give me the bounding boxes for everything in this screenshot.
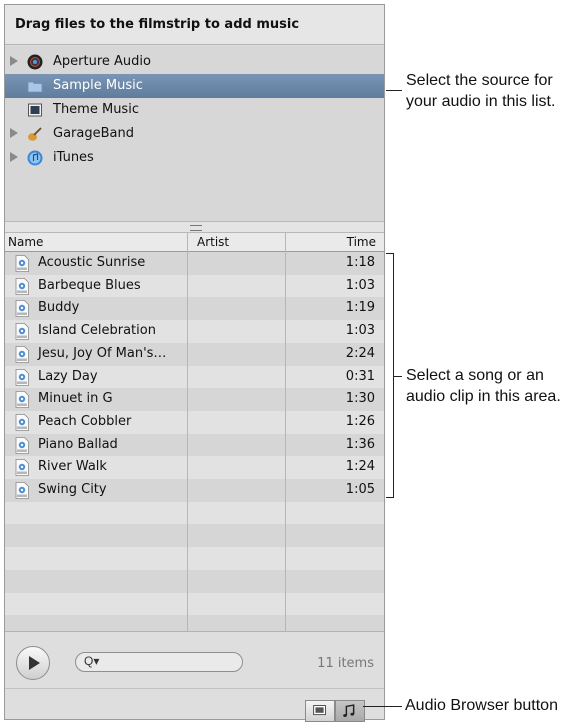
song-name: Island Celebration bbox=[38, 323, 156, 339]
audio-file-icon bbox=[15, 255, 29, 272]
panel-header: Drag files to the filmstrip to add music bbox=[5, 5, 384, 45]
audio-file-icon bbox=[15, 436, 29, 454]
callout-browser: Audio Browser button bbox=[405, 697, 558, 714]
browser-footer: Q▾ 11 items bbox=[5, 631, 384, 722]
audio-file-icon bbox=[15, 391, 29, 409]
aperture-icon bbox=[27, 54, 43, 70]
table-row[interactable]: Swing City 1:05 bbox=[5, 479, 384, 502]
empty-row bbox=[5, 524, 384, 548]
source-item-aperture-audio[interactable]: Aperture Audio bbox=[5, 50, 384, 74]
search-icon[interactable]: Q▾ bbox=[84, 654, 99, 668]
song-time: 1:36 bbox=[345, 436, 375, 452]
song-time: 1:03 bbox=[345, 277, 375, 293]
song-time: 1:18 bbox=[345, 255, 375, 270]
column-header-artist[interactable]: Artist bbox=[197, 235, 229, 249]
folder-icon bbox=[27, 81, 43, 93]
table-row[interactable]: Jesu, Joy Of Man's… 2:24 bbox=[5, 342, 384, 366]
play-icon bbox=[29, 656, 40, 670]
source-item-label: Aperture Audio bbox=[53, 54, 151, 69]
guitar-icon bbox=[28, 127, 42, 141]
table-row[interactable]: River Walk 1:24 bbox=[5, 456, 384, 480]
song-name: Jesu, Joy Of Man's… bbox=[38, 345, 167, 361]
audio-file-icon bbox=[15, 277, 29, 295]
song-name: Peach Cobbler bbox=[38, 413, 132, 429]
audio-file-icon bbox=[15, 482, 29, 499]
song-time: 0:31 bbox=[345, 368, 375, 384]
empty-row bbox=[5, 547, 384, 571]
callout-source: Select the source for your audio in this… bbox=[406, 72, 556, 110]
audio-browser-button[interactable] bbox=[335, 700, 365, 722]
song-name: River Walk bbox=[38, 459, 107, 475]
source-item-label: GarageBand bbox=[53, 126, 134, 141]
play-button[interactable] bbox=[16, 646, 50, 680]
audio-file-icon bbox=[15, 300, 29, 318]
song-time: 1:26 bbox=[345, 413, 375, 429]
table-row[interactable]: Piano Ballad 1:36 bbox=[5, 433, 384, 457]
song-time: 1:05 bbox=[345, 482, 375, 497]
callout-line bbox=[386, 90, 402, 91]
table-row[interactable]: Barbeque Blues 1:03 bbox=[5, 274, 384, 298]
callout-line bbox=[363, 706, 402, 707]
empty-row bbox=[5, 569, 384, 593]
audio-file-icon bbox=[15, 459, 29, 477]
disclosure-triangle-icon[interactable] bbox=[10, 152, 18, 162]
song-time: 2:24 bbox=[345, 345, 375, 361]
column-divider bbox=[285, 233, 286, 631]
table-row[interactable]: Minuet in G 1:30 bbox=[5, 388, 384, 412]
source-item-sample-music[interactable]: Sample Music bbox=[5, 74, 384, 98]
song-table[interactable]: Name Artist Time Acoustic Sunrise 1:18 Bar… bbox=[5, 233, 384, 631]
column-header-time[interactable]: Time bbox=[347, 235, 376, 249]
table-row[interactable]: Peach Cobbler 1:26 bbox=[5, 410, 384, 434]
source-list[interactable]: Aperture Audio Sample Music Theme Music … bbox=[5, 46, 384, 221]
table-row[interactable]: Lazy Day 0:31 bbox=[5, 365, 384, 389]
split-view-divider[interactable] bbox=[5, 221, 384, 233]
photo-browser-button[interactable] bbox=[305, 700, 335, 722]
audio-browser-panel: Drag files to the filmstrip to add music… bbox=[4, 4, 385, 722]
source-item-label: Sample Music bbox=[53, 78, 143, 93]
source-item-label: iTunes bbox=[53, 150, 94, 165]
table-row[interactable]: Buddy 1:19 bbox=[5, 297, 384, 321]
song-name: Buddy bbox=[38, 300, 80, 316]
item-count: 11 items bbox=[317, 656, 374, 671]
empty-row bbox=[5, 592, 384, 616]
song-time: 1:03 bbox=[345, 323, 375, 339]
song-name: Lazy Day bbox=[38, 368, 98, 384]
source-item-itunes[interactable]: iTunes bbox=[5, 146, 384, 170]
photo-browser-icon bbox=[313, 705, 326, 716]
song-name: Minuet in G bbox=[38, 391, 113, 407]
source-item-theme-music[interactable]: Theme Music bbox=[5, 98, 384, 122]
empty-row bbox=[5, 501, 384, 525]
song-time: 1:24 bbox=[345, 459, 375, 475]
audio-file-icon bbox=[15, 323, 29, 340]
source-item-label: Theme Music bbox=[53, 102, 139, 117]
itunes-icon bbox=[27, 150, 43, 166]
song-time: 1:19 bbox=[345, 300, 375, 316]
song-name: Swing City bbox=[38, 482, 107, 497]
column-divider bbox=[187, 233, 188, 631]
table-header: Name Artist Time bbox=[5, 233, 384, 252]
source-item-garageband[interactable]: GarageBand bbox=[5, 122, 384, 146]
audio-file-icon bbox=[15, 413, 29, 431]
search-field[interactable]: Q▾ bbox=[75, 652, 243, 672]
disclosure-triangle-icon[interactable] bbox=[10, 128, 18, 138]
disclosure-triangle-icon[interactable] bbox=[10, 56, 18, 66]
table-row[interactable]: Acoustic Sunrise 1:18 bbox=[5, 252, 384, 275]
divider bbox=[5, 688, 384, 689]
audio-file-icon bbox=[15, 368, 29, 386]
column-header-name[interactable]: Name bbox=[8, 235, 43, 249]
theme-music-icon bbox=[28, 103, 42, 117]
callout-song: Select a song or an audio clip in this a… bbox=[406, 367, 561, 405]
drag-handle-icon[interactable] bbox=[190, 225, 202, 231]
callout-line bbox=[393, 376, 402, 377]
music-note-icon bbox=[343, 704, 355, 717]
song-name: Piano Ballad bbox=[38, 436, 118, 452]
empty-row bbox=[5, 615, 384, 631]
table-row[interactable]: Island Celebration 1:03 bbox=[5, 320, 384, 344]
song-name: Acoustic Sunrise bbox=[38, 255, 146, 270]
audio-file-icon bbox=[15, 345, 29, 363]
song-time: 1:30 bbox=[345, 391, 375, 407]
song-name: Barbeque Blues bbox=[38, 277, 141, 293]
